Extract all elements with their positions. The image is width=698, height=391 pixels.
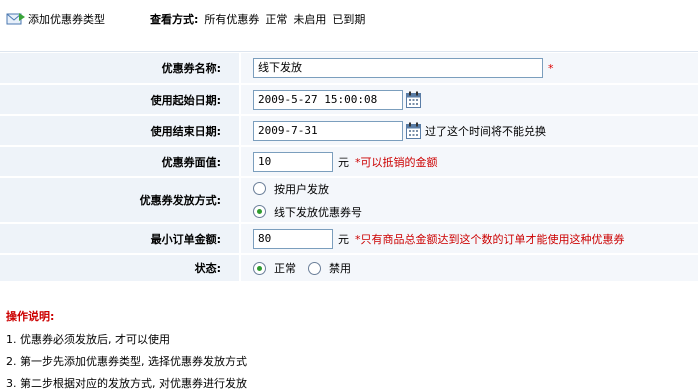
min-order-unit: 元 <box>338 232 349 246</box>
help-section: 操作说明: 1. 优惠券必须发放后, 才可以使用 2. 第一步先添加优惠券类型,… <box>6 308 247 391</box>
toolbar: 添加优惠券类型 查看方式: 所有优惠券 正常 未启用 已到期 <box>0 0 698 40</box>
help-item: 1. 优惠券必须发放后, 才可以使用 <box>6 333 170 346</box>
view-mode-label: 查看方式: <box>150 13 199 26</box>
add-coupon-type-link[interactable]: 添加优惠券类型 <box>6 11 105 27</box>
radio-status-disabled[interactable] <box>308 261 321 275</box>
face-value-unit: 元 <box>338 155 349 169</box>
coupon-name-label: 优惠券名称: <box>0 53 241 83</box>
row-status: 状态: 正常 禁用 <box>0 255 698 281</box>
end-date-label: 使用结束日期: <box>0 116 241 145</box>
end-date-input[interactable]: 2009-7-31 <box>253 120 403 141</box>
coupon-name-input[interactable]: 线下发放 <box>253 58 543 78</box>
view-option-expired[interactable]: 已到期 <box>332 11 365 27</box>
required-mark: * <box>548 61 554 75</box>
min-order-input[interactable]: 80 <box>253 228 333 249</box>
radio-by-user[interactable] <box>253 182 266 195</box>
row-min-order: 最小订单金额: 80 元 *只有商品总金额达到这个数的订单才能使用这种优惠券 <box>0 224 698 253</box>
status-option-label: 禁用 <box>329 262 351 275</box>
row-coupon-name: 优惠券名称: 线下发放 * <box>0 53 698 83</box>
row-end-date: 使用结束日期: 2009-7-31 过了这个时间将不能兑换 <box>0 116 698 145</box>
row-start-date: 使用起始日期: 2009-5-27 15:00:08 <box>0 85 698 114</box>
status-label: 状态: <box>0 255 241 281</box>
start-date-label: 使用起始日期: <box>0 85 241 114</box>
help-item: 2. 第一步先添加优惠券类型, 选择优惠券发放方式 <box>6 355 247 368</box>
status-option-normal[interactable]: 正常 <box>253 260 308 276</box>
face-value-input[interactable]: 10 <box>253 151 333 172</box>
issue-method-option-by-user[interactable]: 按用户发放 <box>253 181 329 197</box>
radio-offline[interactable] <box>253 205 266 218</box>
min-order-note: *只有商品总金额达到这个数的订单才能使用这种优惠券 <box>355 232 625 246</box>
view-option-normal[interactable]: 正常 <box>265 11 287 27</box>
view-option-all[interactable]: 所有优惠券 <box>204 11 259 27</box>
issue-method-option-offline[interactable]: 线下发放优惠券号 <box>253 204 362 220</box>
status-option-disabled[interactable]: 禁用 <box>308 260 351 276</box>
calendar-icon[interactable] <box>406 122 421 139</box>
calendar-icon[interactable] <box>406 91 421 108</box>
min-order-label: 最小订单金额: <box>0 224 241 253</box>
status-option-label: 正常 <box>274 262 296 275</box>
view-mode-filter: 查看方式: 所有优惠券 正常 未启用 已到期 <box>150 11 365 27</box>
row-face-value: 优惠券面值: 10 元 *可以抵销的金额 <box>0 147 698 176</box>
issue-method-option-label: 线下发放优惠券号 <box>274 205 362 219</box>
toolbar-divider <box>0 40 698 52</box>
help-item: 3. 第二步根据对应的发放方式, 对优惠券进行发放 <box>6 377 247 390</box>
face-value-note: *可以抵销的金额 <box>355 155 438 169</box>
issue-method-label: 优惠券发放方式: <box>0 178 241 222</box>
start-date-input[interactable]: 2009-5-27 15:00:08 <box>253 89 403 110</box>
help-title: 操作说明: <box>6 310 55 323</box>
end-date-note: 过了这个时间将不能兑换 <box>425 124 546 138</box>
face-value-label: 优惠券面值: <box>0 147 241 176</box>
radio-status-normal[interactable] <box>253 261 266 275</box>
row-issue-method: 优惠券发放方式: 按用户发放 线下发放优惠券号 <box>0 178 698 222</box>
envelope-add-icon <box>6 13 25 25</box>
view-option-inactive[interactable]: 未启用 <box>293 11 326 27</box>
issue-method-option-label: 按用户发放 <box>274 182 329 196</box>
add-coupon-type-label: 添加优惠券类型 <box>28 13 105 26</box>
